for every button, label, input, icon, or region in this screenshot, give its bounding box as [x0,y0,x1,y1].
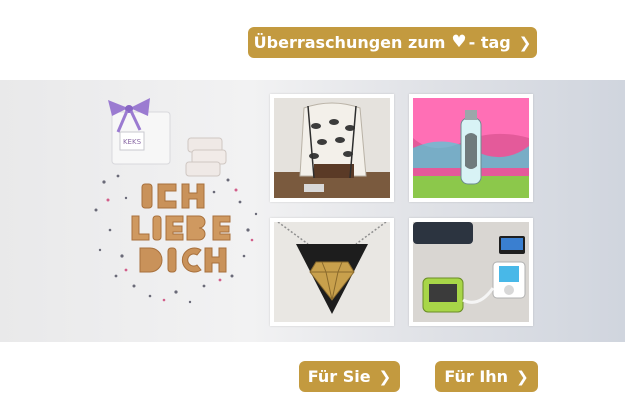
diamond-necklace-image [274,222,390,322]
for-her-label: Für Sie [307,367,371,386]
heart-icon: ♥ [451,32,467,52]
gadgets-image [413,222,529,322]
chevron-right-icon: ❯ [518,33,532,52]
hero-banner: KEKS [0,80,625,342]
for-him-label: Für Ihn [444,367,509,386]
gift-tile-glass-bottle[interactable] [409,94,533,202]
chevron-right-icon: ❯ [378,367,392,386]
for-him-button[interactable]: Für Ihn ❯ [435,361,538,392]
gift-tile-diamond-necklace[interactable] [270,218,394,326]
valentines-surprises-label-end: - tag [468,33,511,52]
for-her-button[interactable]: Für Sie ❯ [299,361,400,392]
drawstring-bag-image [274,98,390,198]
gift-box-label: KEKS [123,138,142,146]
gift-tile-gadgets[interactable] [409,218,533,326]
chevron-right-icon: ❯ [516,367,529,386]
valentines-surprises-label-start: Überraschungen zum [253,33,446,52]
glass-bottle-image [413,98,529,198]
gift-tile-drawstring-bag[interactable] [270,94,394,202]
valentines-surprises-button[interactable]: Überraschungen zum ♥ - tag ❯ [248,27,537,58]
